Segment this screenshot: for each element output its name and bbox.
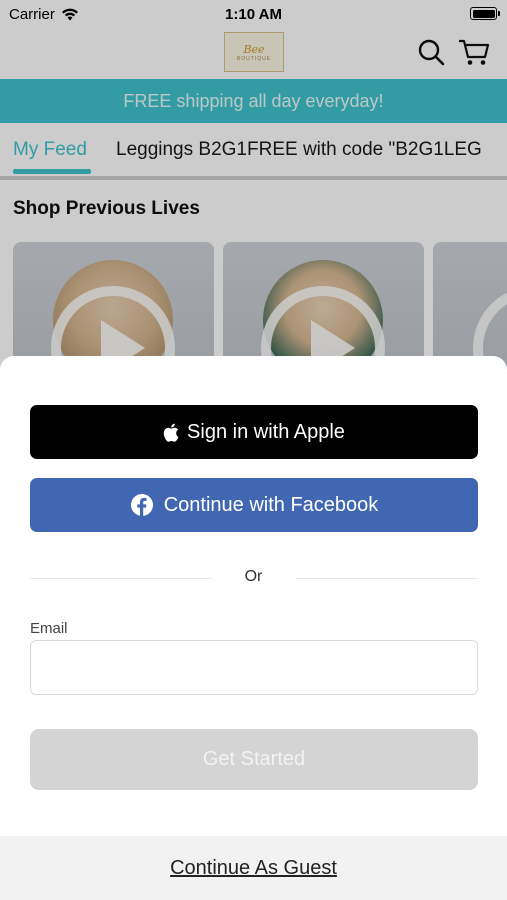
guest-bar: Continue As Guest	[0, 836, 507, 900]
facebook-button-label: Continue with Facebook	[163, 493, 379, 516]
or-separator: Or	[244, 568, 263, 585]
email-label: Email	[30, 620, 68, 637]
apple-button-label: Sign in with Apple	[187, 420, 345, 443]
email-field[interactable]	[30, 640, 478, 695]
apple-icon	[163, 423, 179, 442]
facebook-icon	[130, 494, 153, 516]
continue-with-facebook-button[interactable]: Continue with Facebook	[30, 478, 478, 532]
divider-right	[296, 578, 478, 579]
get-started-button[interactable]: Get Started	[30, 729, 478, 790]
login-sheet: Sign in with Apple Continue with Faceboo…	[0, 356, 507, 900]
continue-as-guest-link[interactable]: Continue As Guest	[170, 857, 337, 880]
sign-in-with-apple-button[interactable]: Sign in with Apple	[30, 405, 478, 459]
